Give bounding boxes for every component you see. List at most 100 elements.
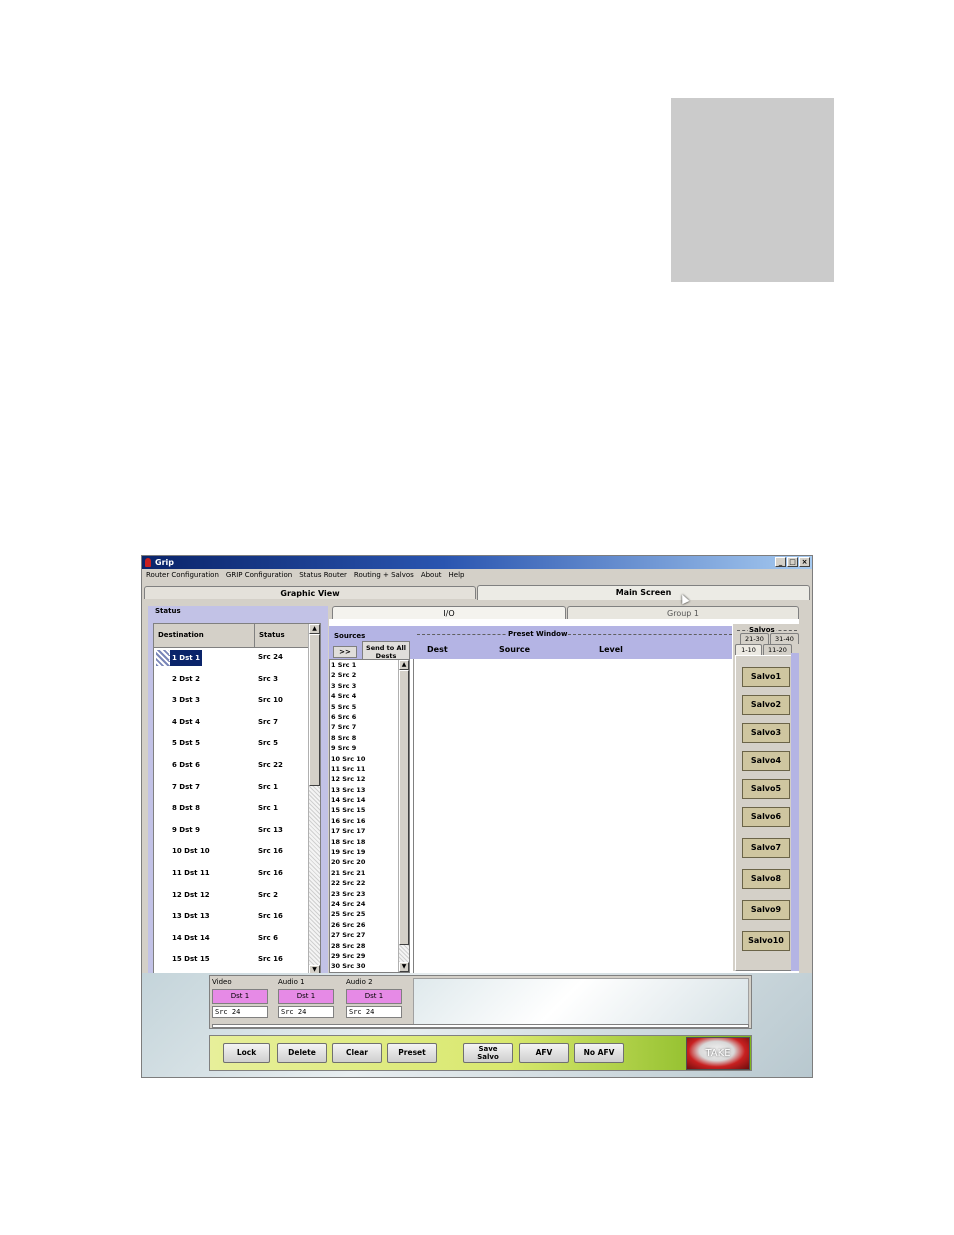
- scroll-down-arrow-icon[interactable]: ▼: [399, 962, 409, 972]
- status-row[interactable]: 7 Dst 7 Src 1: [154, 777, 309, 799]
- bus-panel: Video Dst 1 Src 24 Audio 1 Dst 1 Src 24 …: [209, 975, 752, 1029]
- minimize-button[interactable]: _: [775, 557, 786, 567]
- salvo-tab-11-20[interactable]: 11-20: [763, 644, 792, 655]
- bus-destination-button[interactable]: Dst 1: [278, 989, 334, 1004]
- status-row[interactable]: 10 Dst 10 Src 16: [154, 841, 309, 863]
- lock-button[interactable]: Lock: [223, 1043, 270, 1063]
- salvo2-button[interactable]: Salvo2: [742, 695, 790, 715]
- status-title: Status: [155, 607, 181, 615]
- row-status: Src 22: [258, 760, 283, 769]
- salvo6-button[interactable]: Salvo6: [742, 807, 790, 827]
- row-destination: 8 Dst 8: [172, 804, 200, 813]
- bus-title: Audio 1: [278, 978, 305, 986]
- row-destination: 15 Dst 15: [172, 955, 210, 964]
- preset-window-legend: Preset Window: [417, 630, 732, 638]
- status-row[interactable]: 3 Dst 3 Src 10: [154, 690, 309, 712]
- row-destination: 1 Dst 1: [169, 649, 203, 667]
- menu-bar: Router Configuration GRIP Configuration …: [142, 569, 812, 582]
- salvo7-button[interactable]: Salvo7: [742, 838, 790, 858]
- salvo4-button[interactable]: Salvo4: [742, 751, 790, 771]
- menu-routing-salvos[interactable]: Routing + Salvos: [354, 569, 414, 582]
- scroll-up-arrow-icon[interactable]: ▲: [309, 624, 320, 634]
- clear-button[interactable]: Clear: [332, 1043, 382, 1063]
- scroll-up-arrow-icon[interactable]: ▲: [399, 660, 409, 670]
- scroll-thumb[interactable]: [399, 670, 409, 945]
- row-status: Src 6: [258, 933, 278, 942]
- save-salvo-button[interactable]: Save Salvo: [463, 1043, 513, 1063]
- row-status: Src 16: [258, 847, 283, 856]
- bus-destination-button[interactable]: Dst 1: [212, 989, 268, 1004]
- status-row[interactable]: 15 Dst 15 Src 16: [154, 949, 309, 971]
- bus-title: Audio 2: [346, 978, 373, 986]
- destination-column-header[interactable]: Destination: [158, 624, 204, 647]
- gray-tab-block: [671, 98, 834, 282]
- menu-grip-configuration[interactable]: GRIP Configuration: [226, 569, 292, 582]
- status-row[interactable]: 1 Dst 1 Src 24: [154, 647, 309, 669]
- tab-group-1[interactable]: Group 1: [567, 606, 799, 619]
- afv-button[interactable]: AFV: [519, 1043, 569, 1063]
- take-button[interactable]: TAKE: [686, 1037, 750, 1070]
- status-column-header[interactable]: Status: [254, 624, 314, 647]
- row-selector-icon: [156, 650, 170, 666]
- scroll-thumb[interactable]: [309, 634, 320, 786]
- status-row[interactable]: 5 Dst 5 Src 5: [154, 733, 309, 755]
- salvo5-button[interactable]: Salvo5: [742, 779, 790, 799]
- status-row[interactable]: 13 Dst 13 Src 16: [154, 906, 309, 928]
- status-panel: Status Destination Status 1 Dst 1 Src 2 4 …: [148, 606, 328, 976]
- preset-dest-header: Dest: [427, 645, 448, 654]
- sources-scrollbar[interactable]: ▲ ▼: [398, 660, 409, 972]
- salvo-tab-1-10[interactable]: 1-10: [735, 644, 762, 655]
- bus-source-field[interactable]: Src 24: [278, 1006, 334, 1018]
- salvo-tab-31-40[interactable]: 31-40: [770, 633, 799, 644]
- status-row[interactable]: 14 Dst 14 Src 6: [154, 928, 309, 950]
- status-row[interactable]: 9 Dst 9 Src 13: [154, 820, 309, 842]
- salvo3-button[interactable]: Salvo3: [742, 723, 790, 743]
- window-title: Grip: [155, 558, 174, 567]
- tab-graphic-view[interactable]: Graphic View: [144, 586, 476, 599]
- salvo10-button[interactable]: Salvo10: [742, 931, 790, 951]
- sources-list: 1 Src 1 2 Src 2 3 Src 3 4 Src 4 5 Src 5 …: [329, 659, 410, 973]
- tab-io[interactable]: I/O: [332, 606, 566, 619]
- preset-button[interactable]: Preset: [387, 1043, 437, 1063]
- bus-source-field[interactable]: Src 24: [346, 1006, 402, 1018]
- send-source-button[interactable]: >>: [333, 646, 357, 658]
- control-bar: Lock Delete Clear Preset Save Salvo AFV …: [209, 1035, 752, 1071]
- status-row[interactable]: 8 Dst 8 Src 1: [154, 798, 309, 820]
- status-scrollbar[interactable]: ▲ ▼: [308, 624, 320, 975]
- close-button[interactable]: ×: [799, 557, 810, 567]
- preset-window-title: Preset Window: [507, 630, 569, 638]
- no-afv-button[interactable]: No AFV: [574, 1043, 624, 1063]
- row-destination: 5 Dst 5: [172, 739, 200, 748]
- preset-window-area[interactable]: [413, 659, 733, 973]
- maximize-button[interactable]: □: [787, 557, 798, 567]
- status-row[interactable]: 2 Dst 2 Src 3: [154, 669, 309, 691]
- salvo-tab-21-30[interactable]: 21-30: [740, 633, 769, 644]
- status-row[interactable]: 6 Dst 6 Src 22: [154, 755, 309, 777]
- row-status: Src 3: [258, 674, 278, 683]
- bus-source-field[interactable]: Src 24: [212, 1006, 268, 1018]
- menu-status-router[interactable]: Status Router: [299, 569, 347, 582]
- row-destination: 9 Dst 9: [172, 825, 200, 834]
- scroll-track[interactable]: [309, 786, 320, 965]
- menu-router-configuration[interactable]: Router Configuration: [146, 569, 219, 582]
- status-row[interactable]: 11 Dst 11 Src 16: [154, 863, 309, 885]
- bus-scrollbar[interactable]: [212, 1024, 749, 1028]
- bus-destination-button[interactable]: Dst 1: [346, 989, 402, 1004]
- status-row[interactable]: 12 Dst 12 Src 2: [154, 885, 309, 907]
- salvo-buttons-box: Salvo1 Salvo2 Salvo3 Salvo4 Salvo5 Salvo…: [735, 655, 793, 971]
- tab-main-screen[interactable]: Main Screen: [477, 585, 810, 600]
- salvos-side-strip: [791, 653, 799, 971]
- salvo9-button[interactable]: Salvo9: [742, 900, 790, 920]
- scroll-track[interactable]: [399, 945, 409, 962]
- status-row[interactable]: 4 Dst 4 Src 7: [154, 712, 309, 734]
- delete-button[interactable]: Delete: [277, 1043, 327, 1063]
- row-status: Src 24: [258, 653, 283, 661]
- row-destination: 6 Dst 6: [172, 760, 200, 769]
- salvo1-button[interactable]: Salvo1: [742, 667, 790, 687]
- menu-help[interactable]: Help: [449, 569, 465, 582]
- row-status: Src 1: [258, 804, 278, 813]
- row-status: Src 2: [258, 890, 278, 899]
- salvo8-button[interactable]: Salvo8: [742, 869, 790, 889]
- bus-audio-1: Audio 1 Dst 1 Src 24: [276, 978, 340, 1024]
- menu-about[interactable]: About: [421, 569, 442, 582]
